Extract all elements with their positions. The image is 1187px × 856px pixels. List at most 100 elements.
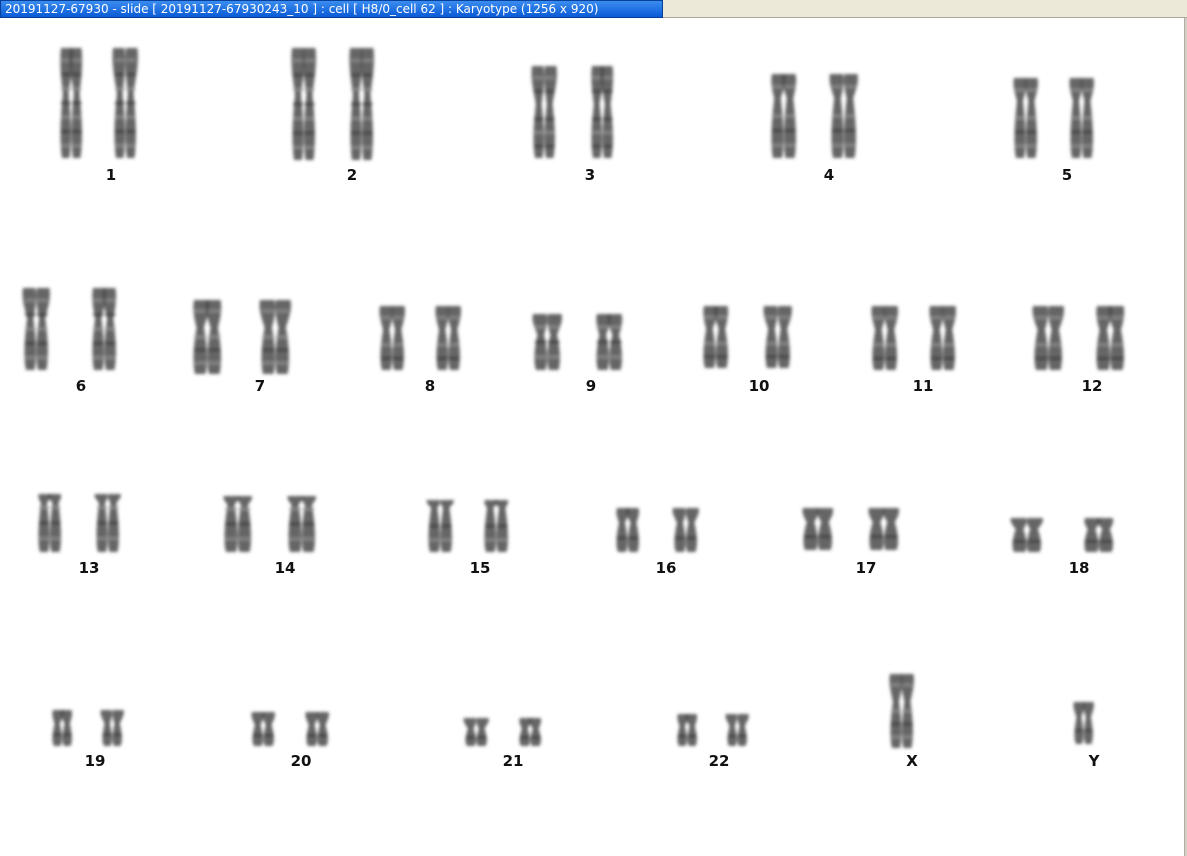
chromosome-5-a[interactable] <box>1013 78 1038 158</box>
chromosome-pair-image-9 <box>532 314 623 370</box>
chromosome-19-b[interactable] <box>100 710 124 746</box>
chromosome-pair-10[interactable] <box>703 304 815 370</box>
chromosome-pair-5[interactable] <box>1013 76 1116 160</box>
window-title-bar[interactable]: 20191127-67930 - slide [ 20191127-679302… <box>0 0 663 18</box>
chromosome-3-a[interactable] <box>531 66 557 158</box>
chromosome-17-b[interactable] <box>868 508 900 550</box>
chromosome-15-a[interactable] <box>426 500 454 552</box>
chromosome-pair-20[interactable] <box>251 710 350 748</box>
chromosome-pair-18[interactable] <box>1010 516 1142 554</box>
chromosome-label-X: X <box>906 752 918 770</box>
chromosome-label-11: 11 <box>912 377 934 395</box>
chromosome-pair-7[interactable] <box>193 298 317 376</box>
chromosome-label-3: 3 <box>584 166 596 184</box>
chromosome-22-b[interactable] <box>725 714 749 746</box>
chromosome-1-b[interactable] <box>112 48 138 158</box>
chromosome-pair-X[interactable] <box>889 672 936 750</box>
chromosome-12-b[interactable] <box>1096 306 1125 370</box>
chromosome-10-b[interactable] <box>763 306 792 368</box>
chromosome-19-a[interactable] <box>52 710 73 746</box>
chromosome-label-1: 1 <box>105 166 117 184</box>
chromosome-9-b[interactable] <box>596 314 623 370</box>
chromosome-label-12: 12 <box>1081 377 1103 395</box>
chromosome-4-a[interactable] <box>771 74 797 158</box>
chromosome-pair-21[interactable] <box>463 716 563 748</box>
chromosome-18-b[interactable] <box>1084 518 1114 552</box>
chromosome-pair-image-20 <box>251 712 329 746</box>
chromosome-pair-image-22 <box>677 714 749 746</box>
chromosome-X-a[interactable] <box>889 674 914 748</box>
chromosome-4-b[interactable] <box>829 74 858 158</box>
chromosome-pair-16[interactable] <box>616 506 720 554</box>
chromosome-pair-image-2 <box>291 48 374 160</box>
chromosome-20-b[interactable] <box>305 712 329 746</box>
chromosome-pair-image-6 <box>22 288 117 370</box>
chromosome-label-2: 2 <box>346 166 358 184</box>
chromosome-20-a[interactable] <box>251 712 275 746</box>
chromosome-8-b[interactable] <box>435 306 462 370</box>
chromosome-15-b[interactable] <box>484 500 509 552</box>
chromosome-6-b[interactable] <box>92 288 117 370</box>
chromosome-pair-1[interactable] <box>60 46 158 160</box>
chromosome-pair-4[interactable] <box>771 72 881 160</box>
chromosome-14-b[interactable] <box>287 496 317 552</box>
chromosome-pair-12[interactable] <box>1032 304 1152 372</box>
chromosome-2-b[interactable] <box>349 48 374 160</box>
chromosome-pair-3[interactable] <box>531 64 635 160</box>
chromosome-pair-11[interactable] <box>871 304 980 372</box>
chromosome-10-a[interactable] <box>703 306 729 368</box>
chromosome-pair-13[interactable] <box>38 492 142 554</box>
chromosome-13-b[interactable] <box>94 494 121 552</box>
chromosome-pair-image-11 <box>871 306 957 370</box>
chromosome-label-21: 21 <box>502 752 524 770</box>
chromosome-22-a[interactable] <box>677 714 698 746</box>
chromosome-pair-19[interactable] <box>52 708 142 748</box>
chromosome-label-Y: Y <box>1088 752 1100 770</box>
chromosome-pair-22[interactable] <box>677 712 767 748</box>
chromosome-7-a[interactable] <box>193 300 222 374</box>
chromosome-pair-image-12 <box>1032 306 1125 370</box>
chromosome-Y-a[interactable] <box>1073 702 1094 744</box>
chromosome-18-a[interactable] <box>1010 518 1044 552</box>
chromosome-pair-image-5 <box>1013 78 1094 158</box>
chromosome-6-a[interactable] <box>22 288 50 370</box>
chromosome-2-a[interactable] <box>291 48 316 160</box>
chromosome-pair-image-3 <box>531 66 614 158</box>
chromosome-9-a[interactable] <box>532 314 562 370</box>
chromosome-label-18: 18 <box>1068 559 1090 577</box>
chromosome-5-b[interactable] <box>1069 78 1094 158</box>
chromosome-12-a[interactable] <box>1032 306 1065 370</box>
chromosome-16-a[interactable] <box>616 508 640 552</box>
chromosome-pair-2[interactable] <box>291 46 396 162</box>
chromosome-pair-17[interactable] <box>802 506 927 552</box>
chromosome-21-a[interactable] <box>463 718 489 746</box>
chromosome-17-a[interactable] <box>802 508 834 550</box>
chromosome-label-4: 4 <box>823 166 835 184</box>
chromosome-8-a[interactable] <box>379 306 406 370</box>
karyotype-canvas: 1 2 3 4 5 6 7 8 9 10 11 12 13 14 15 16 17 18 19 20 21 22 X Y <box>0 18 1184 856</box>
chromosome-11-b[interactable] <box>929 306 957 370</box>
chromosome-3-b[interactable] <box>591 66 614 158</box>
chromosome-pair-Y[interactable] <box>1073 700 1112 746</box>
chromosome-pair-6[interactable] <box>22 286 140 372</box>
chromosome-pair-image-10 <box>703 306 792 368</box>
chromosome-1-a[interactable] <box>60 48 83 158</box>
chromosome-11-a[interactable] <box>871 306 899 370</box>
chromosome-pair-9[interactable] <box>532 312 648 372</box>
chromosome-label-17: 17 <box>855 559 877 577</box>
chromosome-label-20: 20 <box>290 752 312 770</box>
chromosome-7-b[interactable] <box>259 300 292 374</box>
chromosome-pair-8[interactable] <box>379 304 484 372</box>
chromosome-13-a[interactable] <box>38 494 62 552</box>
chromosome-21-b[interactable] <box>519 718 542 746</box>
chromosome-pair-15[interactable] <box>426 498 532 554</box>
chromosome-14-a[interactable] <box>223 496 253 552</box>
chromosome-pair-image-1 <box>60 48 138 158</box>
chromosome-pair-image-14 <box>223 496 317 552</box>
chromosome-label-13: 13 <box>78 559 100 577</box>
chromosome-pair-image-21 <box>463 718 542 746</box>
chromosome-16-b[interactable] <box>672 508 699 552</box>
chromosome-pair-14[interactable] <box>223 494 342 554</box>
chromosome-pair-image-13 <box>38 494 121 552</box>
chromosome-label-22: 22 <box>708 752 730 770</box>
